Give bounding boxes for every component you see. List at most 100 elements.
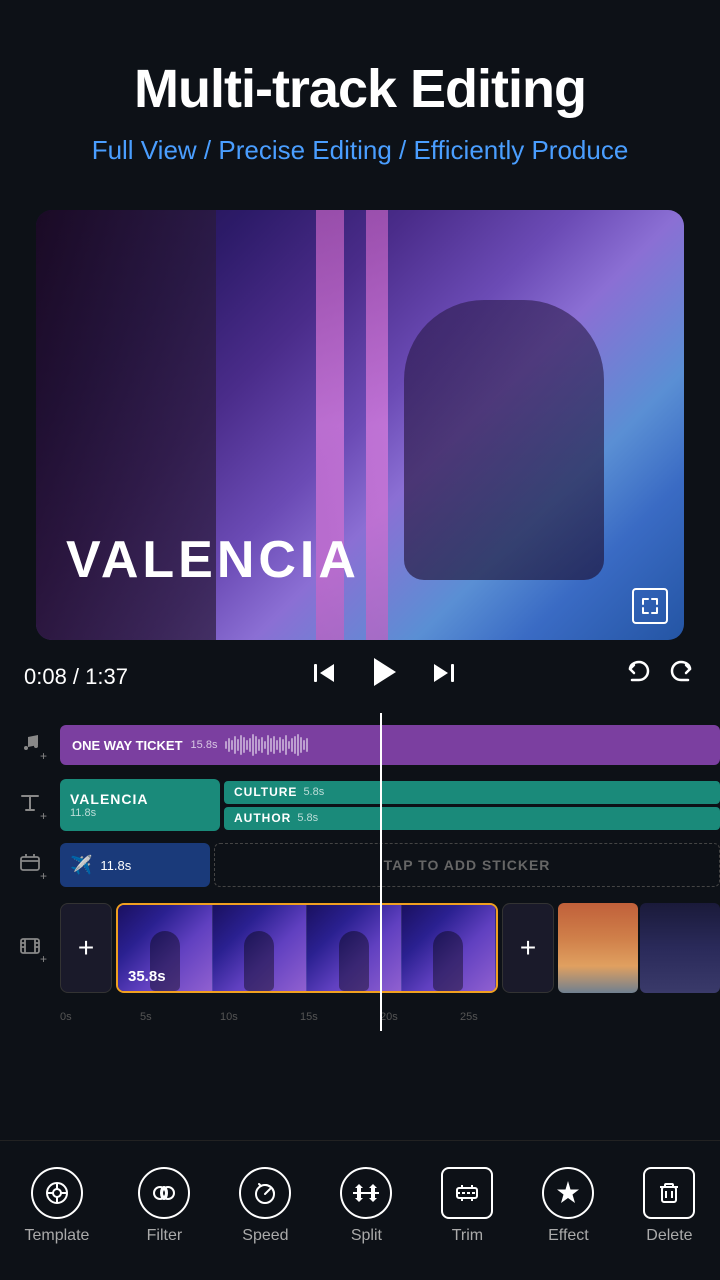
video-frame-3 xyxy=(307,905,402,991)
audio-clip[interactable]: ONE WAY TICKET 15.8s xyxy=(60,725,720,765)
audio-clip-duration: 15.8s xyxy=(191,739,218,751)
text-track-icon[interactable]: + xyxy=(0,791,60,819)
nav-split[interactable]: Split xyxy=(340,1167,392,1245)
text-clip-author-label: AUTHOR xyxy=(234,811,291,825)
add-sticker-button[interactable]: TAP TO ADD STICKER xyxy=(214,843,720,887)
playback-controls: 0:08 / 1:37 xyxy=(0,640,720,713)
ruler-mark-15: 15s xyxy=(300,1011,318,1023)
video-track-content: + xyxy=(60,903,720,993)
add-audio-plus: + xyxy=(40,749,47,763)
header: Multi-track Editing Full View / Precise … xyxy=(0,0,720,186)
video-frames xyxy=(118,905,496,991)
template-label: Template xyxy=(25,1227,90,1245)
nav-effect[interactable]: Effect xyxy=(542,1167,594,1245)
nav-delete[interactable]: Delete xyxy=(643,1167,695,1245)
video-track-icon[interactable]: + xyxy=(0,934,60,962)
template-icon xyxy=(31,1167,83,1219)
sub-title: Full View / Precise Editing / Efficientl… xyxy=(40,135,680,166)
split-label: Split xyxy=(351,1227,382,1245)
video-clip-duration: 35.8s xyxy=(128,968,166,985)
text-clip-culture-duration: 5.8s xyxy=(303,786,324,798)
ruler-marks: 0s 5s 10s 15s 20s 25s xyxy=(60,1003,720,1027)
sticker-clip[interactable]: ✈️ 11.8s xyxy=(60,843,210,887)
text-clip-culture[interactable]: CULTURE 5.8s xyxy=(224,781,720,804)
text-clip-main[interactable]: VALENCIA 11.8s xyxy=(60,779,220,831)
ruler-mark-20: 20s xyxy=(380,1011,398,1023)
add-video-plus-label: + xyxy=(40,952,47,966)
sticker-track-content: ✈️ 11.8s TAP TO ADD STICKER xyxy=(60,843,720,887)
text-icon: + xyxy=(19,791,41,819)
speed-label: Speed xyxy=(242,1227,288,1245)
sticker-track-row: + ✈️ 11.8s TAP TO ADD STICKER xyxy=(0,837,720,893)
timeline-ruler: 0s 5s 10s 15s 20s 25s xyxy=(0,1003,720,1027)
controls-right xyxy=(624,659,696,694)
text-clip-author-duration: 5.8s xyxy=(297,812,318,824)
bottom-navigation: Template Filter Speed xyxy=(0,1140,720,1280)
skip-forward-button[interactable] xyxy=(430,659,458,694)
ruler-mark-25: 25s xyxy=(460,1011,478,1023)
time-display: 0:08 / 1:37 xyxy=(24,664,144,690)
split-icon xyxy=(340,1167,392,1219)
trim-label: Trim xyxy=(452,1227,483,1245)
add-right-plus-icon: + xyxy=(520,932,536,964)
video-frame-2 xyxy=(213,905,308,991)
nav-filter[interactable]: Filter xyxy=(138,1167,190,1245)
video-overlay-title: VALENCIA xyxy=(66,530,360,590)
extra-video-clips xyxy=(558,903,720,993)
text-clip-main-label: VALENCIA xyxy=(70,791,210,807)
audio-track-row: + ONE WAY TICKET 15.8s xyxy=(0,717,720,773)
delete-label: Delete xyxy=(646,1227,692,1245)
skip-back-button[interactable] xyxy=(310,659,338,694)
video-clip-beach[interactable] xyxy=(558,903,638,993)
sticker-emoji: ✈️ xyxy=(70,855,92,876)
nav-trim[interactable]: Trim xyxy=(441,1167,493,1245)
nav-template[interactable]: Template xyxy=(25,1167,90,1245)
audio-track-content: ONE WAY TICKET 15.8s xyxy=(60,725,720,765)
ruler-mark-10: 10s xyxy=(220,1011,238,1023)
controls-center xyxy=(144,654,624,699)
audio-waveform xyxy=(225,734,708,756)
undo-button[interactable] xyxy=(624,659,652,694)
fullscreen-button[interactable] xyxy=(632,588,668,624)
trim-icon xyxy=(441,1167,493,1219)
pillar-2 xyxy=(366,210,388,640)
person-silhouette xyxy=(404,300,604,580)
add-video-button-left[interactable]: + xyxy=(60,903,112,993)
nav-speed[interactable]: Speed xyxy=(239,1167,291,1245)
text-clip-author[interactable]: AUTHOR 5.8s xyxy=(224,807,720,830)
main-title: Multi-track Editing xyxy=(40,60,680,119)
effect-label: Effect xyxy=(548,1227,589,1245)
add-video-plus-icon: + xyxy=(78,932,94,964)
audio-clip-label: ONE WAY TICKET xyxy=(72,738,183,753)
redo-button[interactable] xyxy=(668,659,696,694)
sticker-icon: + xyxy=(19,851,41,879)
timeline-container: + ONE WAY TICKET 15.8s xyxy=(0,713,720,1031)
film-icon: + xyxy=(19,934,41,962)
text-track-row: + VALENCIA 11.8s CULTURE 5.8s AUTHOR 5.8… xyxy=(0,773,720,837)
video-clip-dark[interactable] xyxy=(640,903,720,993)
text-clip-culture-label: CULTURE xyxy=(234,785,297,799)
add-sticker-label: TAP TO ADD STICKER xyxy=(384,857,551,873)
text-clip-main-duration: 11.8s xyxy=(70,807,210,819)
ruler-mark-0: 0s xyxy=(60,1011,72,1023)
ruler-mark-5: 5s xyxy=(140,1011,152,1023)
timeline: + ONE WAY TICKET 15.8s xyxy=(0,713,720,1031)
video-frame-4 xyxy=(402,905,497,991)
video-clip-main[interactable]: 35.8s xyxy=(116,903,498,993)
video-track-row: + + xyxy=(0,893,720,1003)
text-track-content: VALENCIA 11.8s CULTURE 5.8s AUTHOR 5.8s xyxy=(60,779,720,831)
play-button[interactable] xyxy=(366,654,402,699)
video-preview: VALENCIA xyxy=(36,210,684,640)
add-sticker-plus: + xyxy=(40,869,47,883)
speed-icon xyxy=(239,1167,291,1219)
delete-icon xyxy=(643,1167,695,1219)
text-clips-right: CULTURE 5.8s AUTHOR 5.8s xyxy=(224,781,720,830)
filter-icon xyxy=(138,1167,190,1219)
effect-icon xyxy=(542,1167,594,1219)
video-background: VALENCIA xyxy=(36,210,684,640)
audio-track-icon[interactable]: + xyxy=(0,731,60,759)
add-video-button-right[interactable]: + xyxy=(502,903,554,993)
sticker-track-icon[interactable]: + xyxy=(0,851,60,879)
music-icon: + xyxy=(19,731,41,759)
sticker-duration: 11.8s xyxy=(100,858,131,873)
